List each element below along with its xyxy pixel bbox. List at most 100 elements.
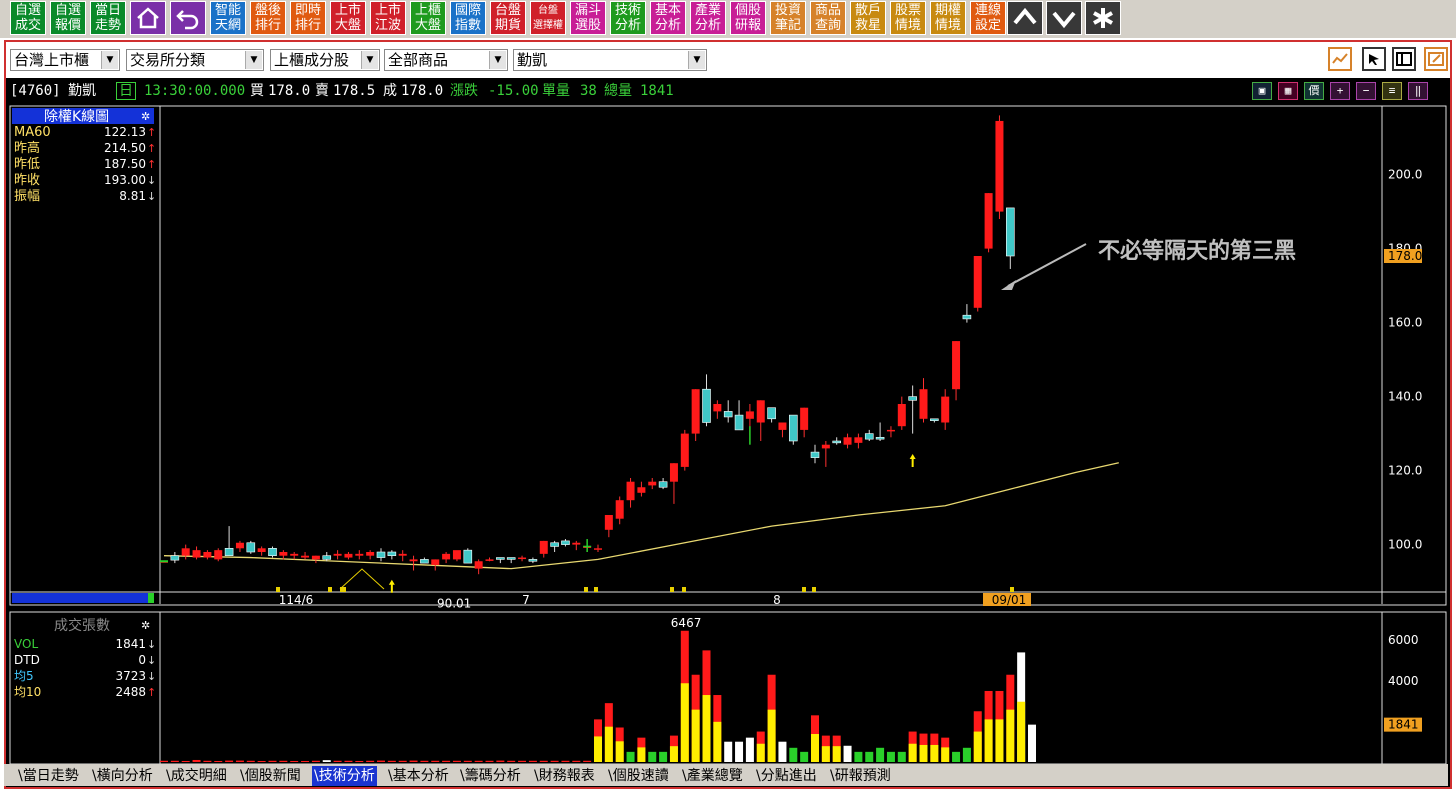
volume-bar[interactable]: [290, 760, 299, 762]
volume-bar[interactable]: [626, 751, 635, 762]
candle[interactable]: [713, 400, 722, 419]
price-mode-icon[interactable]: 價: [1304, 82, 1324, 100]
tab-4[interactable]: \個股新聞: [240, 766, 301, 786]
tab-10[interactable]: \產業總覽: [682, 766, 743, 786]
candle[interactable]: [203, 550, 212, 560]
volume-bar[interactable]: [192, 759, 201, 762]
volume-bar[interactable]: [865, 751, 874, 762]
candle[interactable]: [442, 552, 451, 564]
tab-6[interactable]: \基本分析: [388, 766, 449, 786]
volume-bar[interactable]: [420, 760, 429, 762]
volume-bar[interactable]: [680, 630, 689, 762]
candle[interactable]: [995, 115, 1004, 219]
candle[interactable]: [702, 374, 711, 427]
candle[interactable]: [875, 422, 885, 442]
volume-bar[interactable]: [735, 741, 744, 762]
volume-bar[interactable]: [811, 715, 819, 762]
volume-bar[interactable]: [821, 735, 830, 762]
volume-bar[interactable]: [604, 703, 613, 762]
volume-bar[interactable]: [170, 760, 179, 762]
volume-bar[interactable]: [778, 741, 787, 762]
toolbar-button-7[interactable]: 上市 大盤: [330, 1, 366, 35]
candle[interactable]: [518, 555, 527, 562]
volume-bar[interactable]: [876, 747, 885, 762]
toolbar-button-2[interactable]: 自選 報價: [50, 1, 86, 35]
toolbar-button-16[interactable]: 產業 分析: [690, 1, 726, 35]
candle[interactable]: [398, 550, 407, 562]
volume-bar[interactable]: [854, 751, 863, 762]
volume-bar[interactable]: [919, 733, 928, 762]
candle[interactable]: [235, 540, 244, 552]
candle[interactable]: [800, 407, 809, 438]
toolbar-button-3[interactable]: 當日 走勢: [90, 1, 126, 35]
candle[interactable]: [387, 550, 397, 560]
candle[interactable]: [756, 400, 765, 441]
volume-bar[interactable]: [637, 737, 646, 762]
candle[interactable]: [539, 540, 548, 558]
candle[interactable]: [919, 378, 928, 423]
toolbar-button-21[interactable]: 股票 情境: [890, 1, 926, 35]
candle[interactable]: [897, 396, 906, 430]
volume-bar[interactable]: [984, 690, 993, 762]
volume-bar[interactable]: [496, 760, 505, 762]
candle[interactable]: [214, 548, 223, 562]
tab-9[interactable]: \個股速讀: [608, 766, 669, 786]
candle[interactable]: [1005, 207, 1015, 269]
candle[interactable]: [485, 557, 494, 562]
candle[interactable]: [376, 548, 386, 562]
candle[interactable]: [355, 550, 364, 560]
volume-bar[interactable]: [897, 751, 906, 762]
back-button[interactable]: [170, 1, 206, 35]
group-select[interactable]: 上櫃成分股 ▼: [270, 49, 380, 71]
candle[interactable]: [452, 550, 461, 562]
category-select[interactable]: 交易所分類 ▼: [126, 49, 264, 71]
candle[interactable]: [594, 544, 602, 552]
volume-bar[interactable]: [691, 674, 700, 762]
toolbar-button-17[interactable]: 個股 研報: [730, 1, 766, 35]
candle[interactable]: [420, 557, 429, 564]
column-view-icon[interactable]: ‖: [1408, 82, 1428, 100]
candle[interactable]: [561, 539, 570, 547]
special-button[interactable]: [1085, 1, 1121, 35]
volume-bar[interactable]: [518, 760, 527, 762]
volume-bar[interactable]: [246, 760, 255, 762]
candle[interactable]: [528, 557, 538, 564]
scroll-thumb[interactable]: [148, 593, 154, 603]
volume-bar[interactable]: [767, 674, 776, 762]
layout-button[interactable]: [1392, 47, 1416, 71]
volume-bar[interactable]: [268, 760, 277, 762]
candle[interactable]: [626, 478, 635, 508]
toolbar-button-14[interactable]: 技術 分析: [610, 1, 646, 35]
candle[interactable]: [366, 550, 375, 560]
volume-bar[interactable]: [507, 760, 516, 762]
volume-bar[interactable]: [452, 760, 461, 762]
volume-bar[interactable]: [333, 760, 342, 762]
volume-bar[interactable]: [648, 751, 657, 762]
candle[interactable]: [930, 418, 939, 423]
candle[interactable]: [952, 341, 961, 401]
candle[interactable]: [778, 422, 787, 438]
volume-bar[interactable]: [387, 760, 396, 762]
products-select[interactable]: 全部商品 ▼: [384, 49, 508, 71]
toolbar-button-1[interactable]: 自選 成交: [10, 1, 46, 35]
volume-bar[interactable]: [724, 741, 733, 762]
candle[interactable]: [810, 444, 820, 464]
candle[interactable]: [192, 546, 201, 560]
candle[interactable]: [257, 546, 266, 556]
candle[interactable]: [181, 544, 190, 560]
period-toggle[interactable]: 日: [116, 82, 136, 100]
volume-bar[interactable]: [713, 695, 722, 762]
grid-toggle-icon[interactable]: ▦: [1278, 82, 1298, 100]
volume-bar[interactable]: [572, 760, 581, 762]
volume-bar[interactable]: [214, 760, 223, 762]
candle[interactable]: [962, 304, 972, 323]
candle[interactable]: [648, 478, 657, 490]
candle[interactable]: [767, 407, 776, 423]
volume-bar[interactable]: [659, 751, 668, 762]
toolbar-button-6[interactable]: 即時 排行: [290, 1, 326, 35]
volume-bar[interactable]: [181, 760, 190, 762]
volume-bar[interactable]: [366, 760, 375, 762]
toolbar-button-12[interactable]: 台盤 選擇權: [530, 1, 566, 35]
volume-bar[interactable]: [843, 745, 852, 762]
tab-3[interactable]: \成交明細: [166, 766, 227, 786]
